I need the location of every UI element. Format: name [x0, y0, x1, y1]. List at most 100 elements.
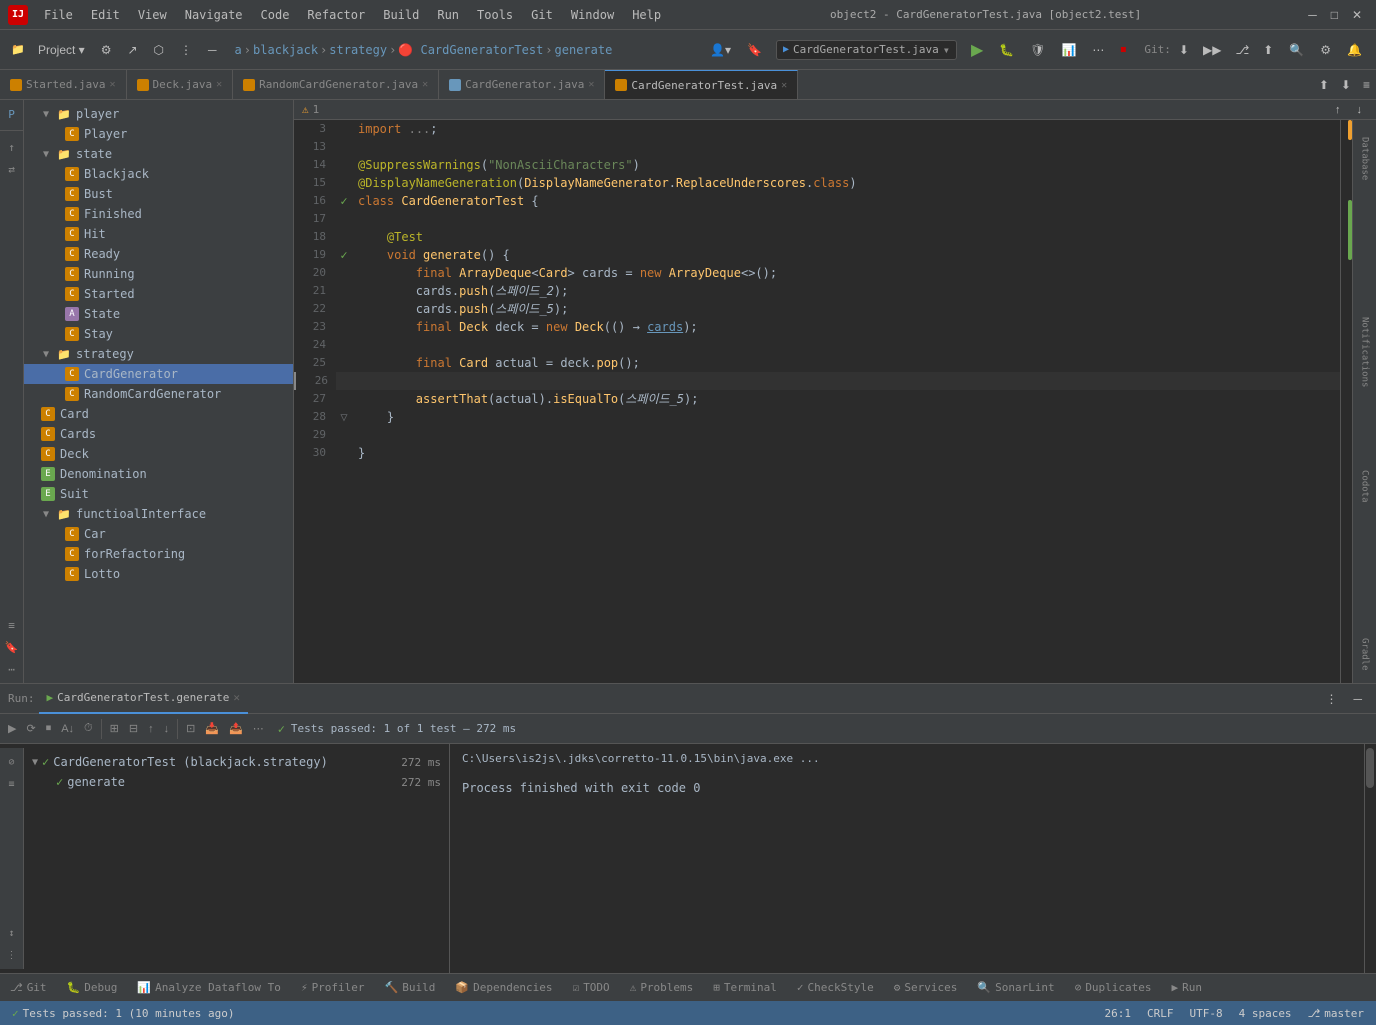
status-indent[interactable]: 4 spaces — [1239, 1007, 1292, 1020]
database-icon[interactable]: Database — [1357, 124, 1373, 194]
checkstyle-tab[interactable]: ✓ CheckStyle — [787, 974, 884, 1002]
menu-refactor[interactable]: Refactor — [299, 6, 373, 24]
next-warning[interactable]: ↓ — [1351, 100, 1369, 120]
tree-denomination[interactable]: E Denomination — [24, 464, 293, 484]
test-class-row[interactable]: ▼ ✓ CardGeneratorTest (blackjack.strateg… — [24, 752, 449, 772]
tab-scroll-right[interactable]: ⬇ — [1335, 74, 1357, 96]
expand-all-button[interactable]: ⊞ — [106, 720, 123, 737]
git-push[interactable]: ▶▶ — [1197, 39, 1227, 61]
menu-window[interactable]: Window — [563, 6, 622, 24]
status-position[interactable]: 26:1 — [1104, 1007, 1131, 1020]
dots-icon[interactable]: ⋮ — [2, 945, 22, 965]
tree-hit[interactable]: C Hit — [24, 224, 293, 244]
git-pull[interactable]: ⬆ — [1257, 39, 1279, 61]
debug-button[interactable]: 🐛 — [993, 39, 1020, 61]
menu-view[interactable]: View — [130, 6, 175, 24]
toolbar-more[interactable]: ⋮ — [174, 39, 198, 61]
todo-tab[interactable]: ☑ TODO — [563, 974, 620, 1002]
breadcrumb-blackjack[interactable]: blackjack — [253, 43, 318, 57]
more-run-button[interactable]: ⋯ — [1086, 39, 1110, 61]
menu-help[interactable]: Help — [624, 6, 669, 24]
notification-button[interactable]: 🔔 — [1341, 39, 1368, 61]
sonarlint-tab[interactable]: 🔍 SonarLint — [967, 974, 1064, 1002]
code-editor[interactable]: 3 import ...; 13 14 @SuppressWarnings("N… — [294, 120, 1340, 683]
tab-deck[interactable]: Deck.java ✕ — [127, 70, 234, 100]
close-button[interactable]: ✕ — [1346, 4, 1368, 26]
git-update[interactable]: ⬇ — [1173, 39, 1195, 61]
scroll-thumb[interactable] — [1348, 200, 1352, 260]
output-scrollbar[interactable] — [1366, 748, 1374, 788]
menu-file[interactable]: File — [36, 6, 81, 24]
terminal-tab[interactable]: ⊞ Terminal — [703, 974, 787, 1002]
tree-player-class[interactable]: C Player — [24, 124, 293, 144]
import-button[interactable]: 📥 — [201, 720, 223, 737]
tree-blackjack[interactable]: C Blackjack — [24, 164, 293, 184]
menu-run[interactable]: Run — [429, 6, 467, 24]
menu-git[interactable]: Git — [523, 6, 561, 24]
services-tab[interactable]: ⚙ Services — [884, 974, 968, 1002]
tab-cardgeneratortest[interactable]: CardGeneratorTest.java ✕ — [605, 70, 798, 100]
tab-cardgenerator-close[interactable]: ✕ — [588, 79, 594, 90]
breadcrumb-generate[interactable]: generate — [555, 43, 613, 57]
tab-cardgeneratortest-close[interactable]: ✕ — [781, 80, 787, 91]
breadcrumb-a[interactable]: a — [235, 43, 242, 57]
minimize-button[interactable]: ─ — [1302, 4, 1323, 26]
user-icon[interactable]: 👤▾ — [704, 39, 737, 61]
tree-functional-folder[interactable]: ▼ 📁 functioalInterface — [24, 504, 293, 524]
menu-build[interactable]: Build — [375, 6, 427, 24]
duplicates-tab[interactable]: ⊘ Duplicates — [1065, 974, 1162, 1002]
stop-run-button[interactable]: ⏹ — [42, 720, 56, 737]
project-tab-icon[interactable]: 📁 — [8, 40, 28, 60]
menu-navigate[interactable]: Navigate — [177, 6, 251, 24]
sort-duration-button[interactable]: ⏱ — [80, 720, 97, 737]
export-button[interactable]: 📤 — [225, 720, 247, 737]
tree-deck[interactable]: C Deck — [24, 444, 293, 464]
prev-fail-button[interactable]: ↑ — [144, 721, 158, 737]
tree-running[interactable]: C Running — [24, 264, 293, 284]
tree-finished[interactable]: C Finished — [24, 204, 293, 224]
codota-icon[interactable]: Codota — [1357, 456, 1373, 516]
status-crlf[interactable]: CRLF — [1147, 1007, 1174, 1020]
tree-ready[interactable]: C Ready — [24, 244, 293, 264]
problems-tab[interactable]: ⚠ Problems — [620, 974, 704, 1002]
project-dropdown[interactable]: Project ▾ — [32, 39, 91, 61]
tree-forrefactoring[interactable]: C forRefactoring — [24, 544, 293, 564]
structure-vtab[interactable]: ≡ — [2, 615, 22, 635]
tab-started-close[interactable]: ✕ — [109, 79, 115, 90]
pull-requests-vtab[interactable]: ⇄ — [2, 159, 22, 179]
settings-button[interactable]: ⚙ — [1314, 39, 1337, 61]
bookmark-icon[interactable]: 🔖 — [741, 39, 768, 61]
tree-strategy-folder[interactable]: ▼ 📁 strategy — [24, 344, 293, 364]
more-options-button[interactable]: ⋯ — [249, 720, 268, 737]
project-vtab[interactable]: P — [2, 104, 22, 124]
tab-cardgenerator[interactable]: CardGenerator.java ✕ — [439, 70, 605, 100]
stop-button[interactable]: ⏹ — [1114, 38, 1132, 61]
tree-car[interactable]: C Car — [24, 524, 293, 544]
breadcrumb-cardgeneratortest[interactable]: 🔴 CardGeneratorTest — [398, 43, 543, 57]
tree-state[interactable]: A State — [24, 304, 293, 324]
filter-icon[interactable]: ⊘ — [2, 752, 22, 772]
commit-vtab[interactable]: ↑ — [2, 137, 22, 157]
debug-tab[interactable]: 🐛 Debug — [57, 974, 128, 1002]
status-charset[interactable]: UTF-8 — [1189, 1007, 1222, 1020]
run-config-label[interactable]: CardGeneratorTest.java — [793, 43, 939, 56]
tree-stay[interactable]: C Stay — [24, 324, 293, 344]
rerun-failed-button[interactable]: ⟳ — [22, 720, 39, 737]
toolbar-minimize[interactable]: ─ — [202, 39, 223, 61]
maximize-button[interactable]: □ — [1325, 4, 1344, 26]
build-tab[interactable]: 🔨 Build — [375, 974, 446, 1002]
toolbar-expand[interactable]: ⬡ — [148, 39, 170, 61]
group-icon[interactable]: ≡ — [2, 774, 22, 794]
more-vtab[interactable]: ⋯ — [2, 659, 22, 679]
coverage-button[interactable]: 🛡 — [1024, 39, 1051, 61]
analyze-tab[interactable]: 📊 Analyze Dataflow To — [127, 974, 291, 1002]
run-button[interactable]: ▶ — [965, 36, 989, 64]
notifications-icon[interactable]: Notifications — [1357, 307, 1373, 397]
tab-deck-close[interactable]: ✕ — [216, 79, 222, 90]
sort-alpha-button[interactable]: A↓ — [57, 721, 78, 737]
profile-button[interactable]: 📊 — [1055, 39, 1082, 61]
gradle-icon[interactable]: Gradle — [1357, 629, 1373, 679]
status-branch[interactable]: ⎇ master — [1308, 1007, 1364, 1020]
git-tab[interactable]: ⎇ Git — [0, 974, 57, 1002]
run-tab[interactable]: ▶ CardGeneratorTest.generate ✕ — [39, 684, 248, 714]
